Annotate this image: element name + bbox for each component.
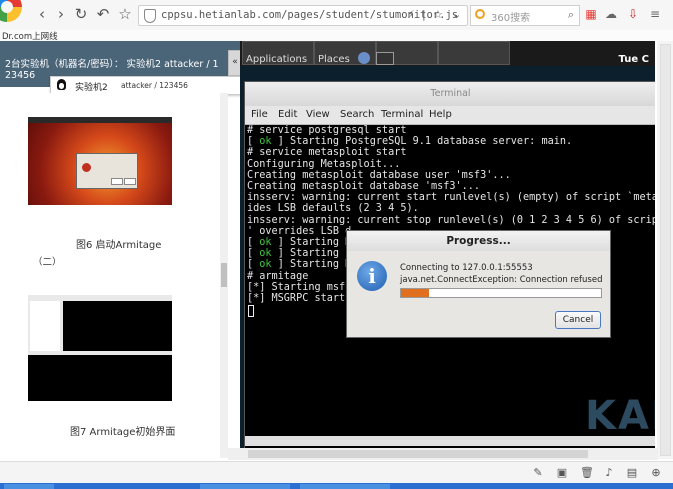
terminal-cursor [248, 305, 254, 318]
bookmark-star-icon[interactable]: ☆ [433, 8, 443, 21]
zoom-icon[interactable]: ⊕ [650, 467, 662, 479]
screenshot-icon[interactable]: ▣ [556, 467, 568, 479]
lightning-icon[interactable]: ⚡ [407, 8, 415, 21]
menu-search[interactable]: Search [340, 109, 374, 120]
dialog-title[interactable]: Progress... [347, 231, 610, 251]
cancel-button[interactable]: Cancel [555, 311, 601, 329]
star-icon[interactable]: ☆ [117, 6, 133, 22]
chevron-down-icon[interactable]: ⌄ [452, 8, 461, 21]
ok-status: ok [259, 259, 272, 271]
terminal-line: [*] Starting msf [247, 281, 346, 293]
left-scrollbar[interactable] [220, 93, 228, 458]
refresh-icon[interactable]: ↻ [73, 6, 89, 22]
terminal-line: insserv: warning: current stop runlevel(… [247, 214, 655, 226]
search-engine-icon [475, 9, 485, 19]
back-icon[interactable]: ‹ [34, 6, 50, 22]
gnome-top-panel: Applications Places Tue C [240, 41, 655, 66]
os-taskbar [0, 483, 673, 489]
terminal-line: insserv: warning: current start runlevel… [247, 192, 655, 204]
search-input[interactable]: 360搜索 [491, 9, 530, 24]
menu-terminal[interactable]: Terminal [381, 109, 423, 120]
progress-dialog: Progress... i Connecting to 127.0.0.1:55… [346, 230, 611, 338]
terminal-line: ' overrides LSB d [247, 225, 352, 237]
kali-watermark: KAL [585, 393, 655, 439]
terminal-line: Creating metasploit database 'msf3'... [247, 181, 481, 192]
cloud-icon[interactable]: ☁ [604, 7, 618, 21]
terminal-line: ides LSB defaults (2 3 4 5). [247, 203, 419, 215]
panel-tab[interactable] [438, 41, 510, 65]
pin-icon[interactable]: ✎ [532, 467, 544, 479]
document-area: 图6 启动Armitage （二） 图7 Armitage初始界面 [0, 93, 228, 463]
trash-icon[interactable]: 🗑 [580, 467, 594, 479]
search-box[interactable]: 360搜索 ⌕ [470, 5, 580, 26]
terminal-line: # service postgresql start [247, 125, 407, 136]
status-bar: ✎ ▣ 🗑 ♪ ▤ ⊕ [0, 461, 673, 484]
menu-help[interactable]: Help [429, 109, 452, 120]
terminal-line: # armitage [247, 270, 309, 282]
taskbar-item[interactable] [300, 484, 390, 489]
info-icon: i [357, 261, 387, 291]
left-scroll-thumb[interactable] [221, 263, 227, 287]
terminal-line: [*] MSGRPC start [247, 293, 346, 304]
figure-7-image [28, 295, 172, 401]
dialog-message: Connecting to 127.0.0.1:55553 [400, 263, 533, 273]
right-scrollbar[interactable] [657, 41, 673, 459]
horizontal-scrollbar[interactable] [228, 448, 658, 460]
terminal-line: [ ok ] Starting M [247, 237, 352, 248]
terminal-line: [ ok ] Starting P [247, 248, 352, 260]
applications-menu[interactable]: Applications [246, 54, 307, 65]
menu-view[interactable]: View [306, 109, 330, 120]
terminal-line: [ ok ] Starting M [247, 259, 352, 271]
apps-grid-icon[interactable]: ▦ [584, 7, 598, 21]
machine-credentials: attacker / 123456 [121, 81, 188, 90]
figure-6-image [28, 117, 172, 205]
figure-6-caption: 图6 启动Armitage [76, 240, 162, 251]
image-icon[interactable]: ▤ [626, 467, 638, 479]
search-icon[interactable]: ⌕ [568, 8, 574, 22]
browser-toolbar: ‹ › ↻ ↶ ☆ cppsu.hetianlab.com/pages/stud… [0, 0, 673, 31]
figure-7-caption: 图7 Armitage初始界面 [70, 427, 176, 438]
browser-logo-icon [0, 0, 22, 22]
terminal-line: # service metasploit start [247, 147, 407, 159]
undo-icon[interactable]: ↶ [95, 6, 111, 22]
experiment-id: 23456 [5, 70, 36, 81]
terminal-launcher-icon[interactable] [376, 52, 394, 65]
terminal-line: Creating metasploit database user 'msf3'… [247, 169, 511, 181]
taskbar-item[interactable] [4, 484, 54, 489]
bookmark-bar: Dr.com上网线 [0, 30, 673, 42]
progress-bar [400, 288, 602, 298]
menu-icon[interactable]: ≡ [648, 7, 662, 21]
panel-clock[interactable]: Tue C [619, 54, 649, 65]
taskbar-item[interactable] [200, 484, 290, 489]
download-icon[interactable]: ⇩ [626, 7, 640, 21]
browser-launcher-icon[interactable] [358, 52, 370, 64]
ok-status: ok [259, 248, 272, 260]
volume-icon[interactable]: ♪ [603, 467, 615, 479]
terminal-line: Configuring Metasploit... [247, 158, 401, 170]
menu-edit[interactable]: Edit [278, 109, 297, 120]
menu-file[interactable]: File [251, 109, 268, 120]
dialog-error: java.net.ConnectException: Connection re… [400, 275, 603, 285]
terminal-menubar: File Edit View Search Terminal Help [245, 106, 655, 125]
terminal-line: [ ok ] Starting PostgreSQL 9.1 database … [247, 136, 573, 148]
experiment-title: 2台实验机（机器名/密码）： 实验机2 attacker / 1 [5, 59, 219, 70]
ok-status: ok [259, 136, 272, 148]
places-menu[interactable]: Places [318, 54, 350, 65]
forward-icon[interactable]: › [53, 6, 69, 22]
terminal-title[interactable]: Terminal [245, 82, 655, 106]
linux-penguin-icon [57, 79, 66, 90]
section-label: （二） [33, 257, 62, 268]
divider: | [422, 8, 426, 21]
address-bar[interactable]: cppsu.hetianlab.com/pages/student/stumon… [138, 5, 468, 26]
machine-name: 实验机2 [75, 83, 108, 93]
shield-icon [144, 9, 156, 23]
ok-status: ok [259, 237, 272, 248]
progress-fill [401, 289, 429, 297]
